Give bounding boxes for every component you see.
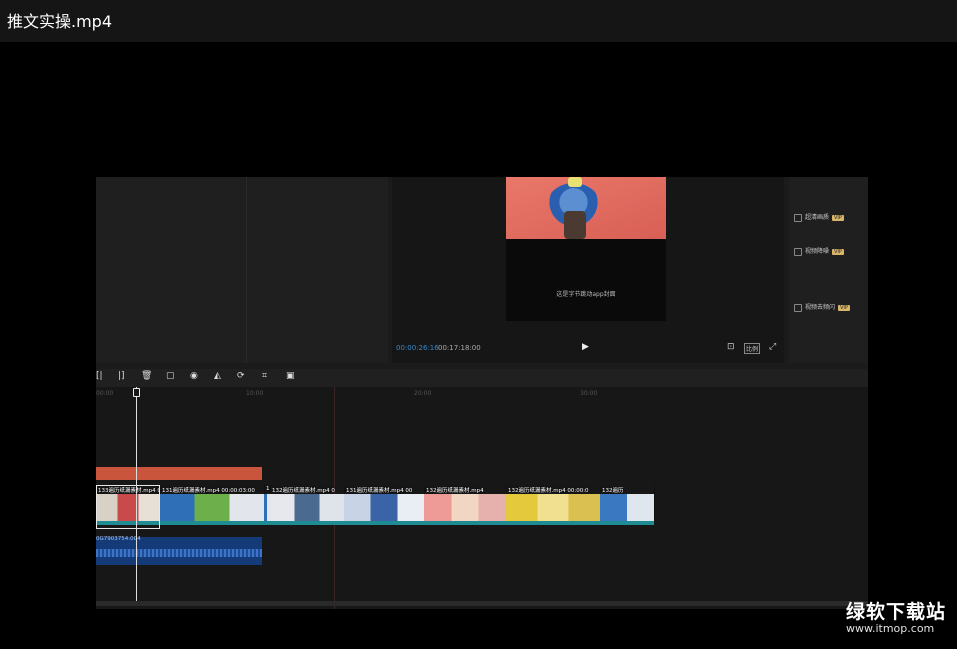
split-right-icon[interactable]: |] — [118, 371, 125, 381]
audio-clip[interactable]: 0G7903754:004 — [96, 536, 262, 565]
playhead-handle[interactable] — [133, 388, 140, 397]
checkbox-icon[interactable] — [794, 303, 802, 312]
checkbox-icon[interactable] — [794, 213, 802, 222]
timeline-toolbar: [| |] 🗑 ▢ ◉ ◭ ⟳ ⌗ ▣ — [96, 369, 868, 387]
fit-screen-icon[interactable]: ⊡ — [727, 342, 735, 352]
freeze-icon[interactable]: ▢ — [166, 371, 175, 381]
vip-badge: VIP — [832, 214, 844, 221]
audio-waveform — [96, 549, 262, 557]
window-title-bar: 推文实操.mp4 — [0, 0, 957, 42]
clip-thumbnails — [344, 494, 424, 521]
video-clip[interactable]: 132遍历 — [600, 485, 655, 521]
clip-thumbnails — [424, 494, 506, 521]
ratio-button[interactable]: 比例 — [744, 343, 761, 354]
video-clip-label: 132遍历纸漏素材.mp4 0 — [272, 488, 335, 494]
video-clip-label: 131遍历纸漏素材.mp4 00:00:03:00 — [162, 488, 255, 494]
video-track[interactable]: 133遍历纸漏素材.mp4 00:0131遍历纸漏素材.mp4 00:00:03… — [96, 485, 655, 525]
preview-panel: 这是字节跳动app封面 00:00:26:16 00:17:18:00 ▶ ⊡ … — [392, 177, 784, 363]
vip-badge: VIP — [838, 304, 850, 311]
rotate-icon[interactable]: ⟳ — [237, 371, 245, 381]
panel-divider — [246, 177, 247, 363]
mirror-icon[interactable]: ◭ — [214, 371, 221, 381]
split-left-icon[interactable]: [| — [96, 371, 103, 381]
video-clip-label: 132遍历纸漏素材.mp4 — [426, 488, 484, 494]
prop-option[interactable]: 超清画质 VIP — [794, 212, 844, 222]
ruler-tick: 20:00 — [414, 390, 432, 397]
time-ruler[interactable]: 00:00 10:00 20:00 30:00 — [96, 387, 868, 401]
prop-label: 视频降噪 — [805, 248, 830, 255]
video-clip-label: 132遍历纸漏素材.mp4 00:00:0 — [508, 488, 589, 494]
video-clip[interactable]: 132遍历纸漏素材.mp4 0 — [270, 485, 345, 521]
playhead[interactable] — [136, 387, 137, 601]
video-clip-label: 1 — [266, 486, 270, 492]
clip-thumbnails — [160, 494, 264, 521]
video-clip[interactable]: 132遍历纸漏素材.mp4 00:00:0 — [506, 485, 601, 521]
selected-clip-outline[interactable] — [96, 485, 160, 529]
watermark-site: 绿软下载站 — [846, 601, 947, 623]
vip-badge: VIP — [832, 248, 844, 255]
clip-thumbnails — [506, 494, 600, 521]
prop-label: 视频去频闪 — [805, 304, 836, 311]
clip-thumbnails — [600, 494, 654, 521]
stick-illustration — [564, 211, 586, 239]
properties-panel: 超清画质 VIP 视频降噪 VIP 视频去频闪 VIP — [789, 177, 868, 363]
cap-illustration — [568, 177, 582, 187]
ruler-tick: 30:00 — [580, 390, 598, 397]
speed-icon[interactable]: ◉ — [190, 371, 198, 381]
ruler-tick: 10:00 — [246, 390, 264, 397]
video-clip[interactable]: 132遍历纸漏素材.mp4 — [424, 485, 507, 521]
prop-option[interactable]: 视频去频闪 VIP — [794, 302, 850, 312]
delete-icon[interactable]: 🗑 — [141, 371, 152, 381]
video-clip-label: 131遍历纸漏素材.mp4 00 — [346, 488, 413, 494]
ruler-tick: 00:00 — [96, 390, 114, 397]
total-duration: 00:17:18:00 — [438, 344, 481, 352]
media-panel — [96, 177, 388, 363]
video-clip-label: 132遍历 — [602, 488, 624, 494]
video-frame: 这是字节跳动app封面 00:00:26:16 00:17:18:00 ▶ ⊡ … — [96, 177, 868, 609]
video-clip[interactable]: 131遍历纸漏素材.mp4 00 — [344, 485, 425, 521]
preview-controls: 00:00:26:16 00:17:18:00 ▶ ⊡ 比例 ⤢ — [392, 327, 784, 363]
image-icon[interactable]: ▣ — [286, 371, 295, 381]
watermark-url: www.itmop.com — [846, 622, 935, 635]
play-button[interactable]: ▶ — [582, 342, 589, 352]
prop-label: 超清画质 — [805, 214, 830, 221]
clip-thumbnails — [270, 494, 344, 521]
checkbox-icon[interactable] — [794, 247, 802, 256]
preview-subtitle-area: 这是字节跳动app封面 — [506, 239, 666, 321]
current-time: 00:00:26:16 — [396, 344, 439, 352]
fullscreen-icon[interactable]: ⤢ — [769, 342, 776, 352]
timeline[interactable]: 00:00 10:00 20:00 30:00 133遍历纸漏素材.mp4 00… — [96, 387, 868, 609]
preview-subtitle: 这是字节跳动app封面 — [556, 291, 616, 298]
audio-clip-label: 0G7903754:004 — [96, 536, 141, 542]
video-clip[interactable]: 131遍历纸漏素材.mp4 00:00:03:00 — [160, 485, 265, 521]
crop-icon[interactable]: ⌗ — [262, 371, 267, 381]
window-title: 推文实操.mp4 — [7, 12, 113, 31]
watermark: 绿软下载站 www.itmop.com — [846, 597, 946, 635]
preview-image — [506, 177, 666, 239]
prop-option[interactable]: 视频降噪 VIP — [794, 246, 844, 256]
overlay-clip[interactable] — [96, 467, 262, 480]
timeline-scrollbar[interactable] — [96, 601, 868, 606]
